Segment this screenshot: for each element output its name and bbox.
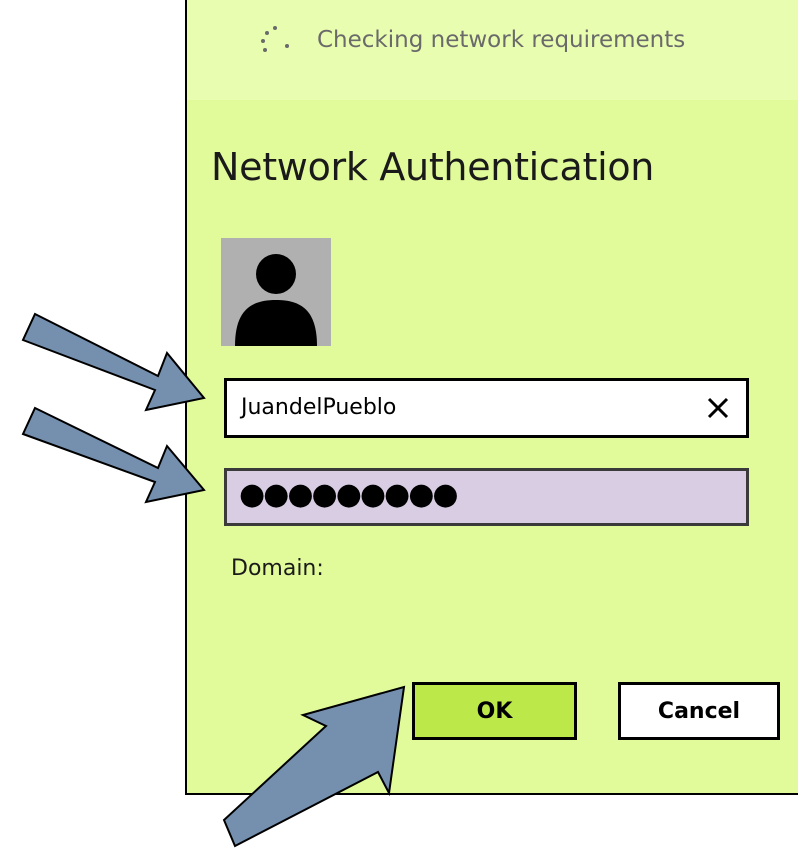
pointer-arrow-icon xyxy=(21,406,206,504)
password-masked-value: ●●●●●●●●● xyxy=(239,477,459,512)
domain-label: Domain: xyxy=(231,556,324,581)
password-field[interactable]: ●●●●●●●●● xyxy=(224,468,749,526)
close-icon[interactable] xyxy=(704,394,732,422)
page-title: Network Authentication xyxy=(211,145,655,189)
ok-button[interactable]: OK xyxy=(412,682,577,740)
username-value: JuandelPueblo xyxy=(241,395,397,420)
loading-spinner-icon xyxy=(261,26,289,52)
pointer-arrow-icon xyxy=(21,312,206,412)
screenshot-stage: Checking network requirements Network Au… xyxy=(0,0,798,848)
status-bar: Checking network requirements xyxy=(187,0,798,100)
status-text: Checking network requirements xyxy=(317,27,686,53)
network-authentication-dialog: Checking network requirements Network Au… xyxy=(185,0,798,795)
cancel-button[interactable]: Cancel xyxy=(618,682,780,740)
user-avatar-icon xyxy=(221,238,331,346)
username-field[interactable]: JuandelPueblo xyxy=(224,378,749,438)
